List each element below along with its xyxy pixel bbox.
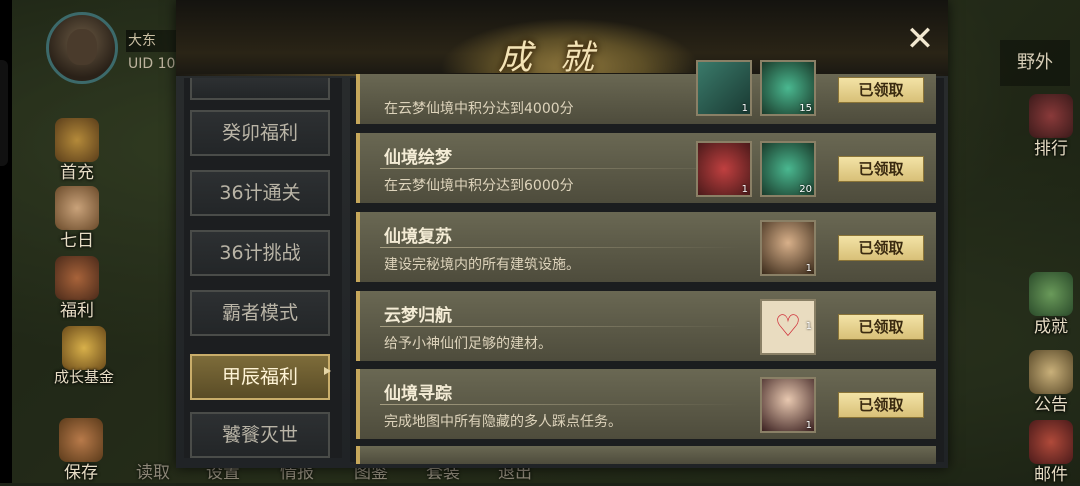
tab-36-stratagems-challenge[interactable]: 36计挑战	[190, 230, 330, 276]
achievement-desc: 给予小神仙们足够的建材。	[384, 336, 552, 352]
save-scroll-icon	[59, 418, 103, 462]
achievement-desc: 在云梦仙境中积分达到6000分	[384, 178, 574, 194]
tab-partial-top[interactable]	[190, 78, 330, 100]
red-heart-icon[interactable]: ♡ 1	[760, 299, 816, 355]
save-label: 保存	[64, 463, 98, 483]
jade-box-icon[interactable]: 1	[696, 60, 752, 116]
hero-portrait-icon[interactable]: 1	[760, 220, 816, 276]
achievement-title: 云梦归航	[384, 306, 452, 326]
tab-taotie-destruction[interactable]: 饕餮灭世	[190, 412, 330, 458]
achievement-row-partial	[356, 446, 936, 464]
horn-icon	[1029, 350, 1073, 394]
welfare-label: 福利	[60, 301, 94, 321]
achievement-row: 仙境绘梦 在云梦仙境中积分达到6000分 1 20 已领取	[356, 133, 936, 203]
reward-count: 1	[805, 263, 812, 274]
green-pile-icon[interactable]: 20	[760, 141, 816, 197]
achievement-title: 仙境绘梦	[384, 148, 452, 168]
claimed-button[interactable]: 已领取	[838, 77, 924, 103]
achievement-title: 仙境复苏	[384, 227, 452, 247]
reward-count: 1	[805, 420, 812, 431]
seven-day-button[interactable]: 七日	[44, 186, 110, 252]
save-button[interactable]: 保存	[48, 418, 114, 484]
achievement-row: 云梦归航 给予小神仙们足够的建材。 ♡ 1 已领取	[356, 291, 936, 361]
wild-map-button[interactable]: 野外	[1000, 40, 1070, 86]
gold-coin-icon	[62, 326, 106, 370]
ranking-label: 排行	[1034, 139, 1068, 159]
notice-button[interactable]: 公告	[1018, 350, 1080, 416]
row-divider	[380, 247, 740, 248]
claimed-button[interactable]: 已领取	[838, 156, 924, 182]
achievement-desc: 在云梦仙境中积分达到4000分	[384, 101, 574, 117]
welfare-button[interactable]: 福利	[44, 256, 110, 322]
screen-notch	[0, 60, 8, 166]
first-recharge-button[interactable]: 首充	[44, 118, 110, 184]
achievement-title: 仙境寻踪	[384, 384, 452, 404]
load-button[interactable]: 读取	[136, 458, 170, 483]
claimed-button[interactable]: 已领取	[838, 314, 924, 340]
reward-count: 15	[799, 103, 812, 114]
mail-label: 邮件	[1034, 465, 1068, 485]
reward-count: 20	[799, 184, 812, 195]
achievement-row: 仙境复苏 建设完秘境内的所有建筑设施。 1 已领取	[356, 212, 936, 282]
row-divider	[380, 168, 740, 169]
tab-36-stratagems-clear[interactable]: 36计通关	[190, 170, 330, 216]
achievement-label: 成就	[1034, 317, 1068, 337]
achievement-button[interactable]: 成就	[1018, 272, 1080, 338]
close-icon[interactable]: ✕	[900, 20, 940, 60]
tab-overlord-mode[interactable]: 霸者模式	[190, 290, 330, 336]
achievement-row: 仙境寻踪 完成地图中所有隐藏的多人踩点任务。 1 已领取	[356, 369, 936, 439]
ranking-button[interactable]: 排行	[1018, 94, 1080, 160]
jade-icon	[1029, 272, 1073, 316]
green-pile-icon[interactable]: 15	[760, 60, 816, 116]
gift-icon	[55, 256, 99, 300]
ranking-icon	[1029, 94, 1073, 138]
panel-title: 成就	[498, 38, 622, 78]
tab-jiachen-welfare[interactable]: 甲辰福利	[190, 354, 330, 400]
active-tab-arrow-icon	[324, 367, 331, 375]
reward-count: 1	[805, 321, 812, 332]
achievement-desc: 建设完秘境内的所有建筑设施。	[384, 257, 580, 273]
row-divider	[380, 404, 740, 405]
treasure-icon	[55, 118, 99, 162]
heroine-portrait-icon[interactable]: 1	[760, 377, 816, 433]
reward-count: 1	[741, 184, 748, 195]
achievement-desc: 完成地图中所有隐藏的多人踩点任务。	[384, 414, 622, 430]
player-avatar[interactable]	[46, 12, 118, 84]
tab-guimao-welfare[interactable]: 癸卯福利	[190, 110, 330, 156]
scroll-icon	[55, 186, 99, 230]
mail-button[interactable]: 邮件	[1018, 420, 1080, 486]
row-divider	[380, 326, 740, 327]
growth-fund-label: 成长基金	[53, 368, 114, 386]
achievement-row: 在云梦仙境中积分达到4000分 1 15 已领取	[356, 60, 936, 124]
avatar-face	[67, 29, 97, 65]
growth-fund-button[interactable]: 成长基金	[44, 326, 124, 392]
notice-label: 公告	[1034, 395, 1068, 415]
claimed-button[interactable]: 已领取	[838, 235, 924, 261]
seven-day-label: 七日	[60, 231, 94, 251]
claimed-button[interactable]: 已领取	[838, 392, 924, 418]
first-recharge-label: 首充	[60, 163, 94, 183]
red-book-icon[interactable]: 1	[696, 141, 752, 197]
reward-count: 1	[741, 103, 748, 114]
mail-icon	[1029, 420, 1073, 464]
